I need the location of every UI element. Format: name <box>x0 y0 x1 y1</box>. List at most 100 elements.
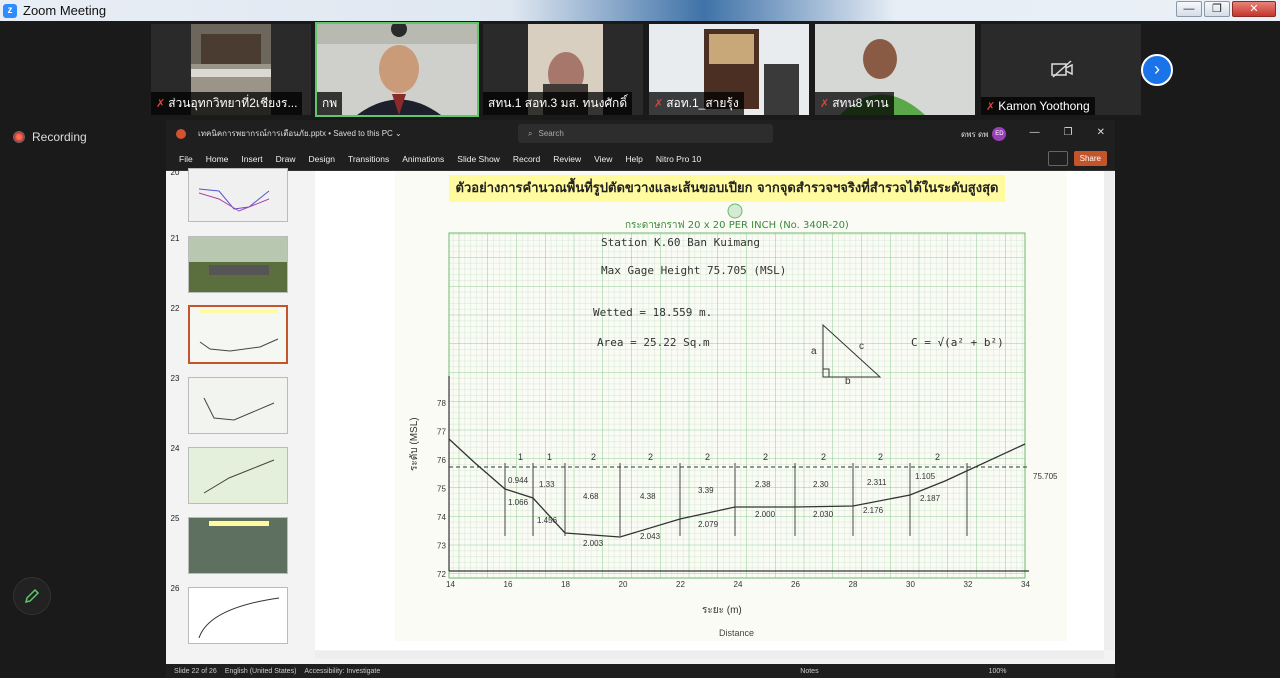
x-tick-label: 16 <box>504 580 513 589</box>
camera-off-icon <box>1051 60 1073 78</box>
x-tick-label: 18 <box>561 580 570 589</box>
bottom-level-label: 2.000 <box>755 510 776 519</box>
pencil-icon <box>24 588 40 604</box>
participant-name-bar: ✗ สอท.1_สายรุ้ง <box>649 92 744 115</box>
station-label: Station K.60 Ban Kuimang <box>601 236 760 249</box>
thumbnail-preview <box>189 169 287 221</box>
participant-name: Kamon Yoothong <box>998 99 1090 113</box>
ribbon-menu: File Home Insert Draw Design Transitions… <box>166 147 1115 171</box>
ppt-titlebar: เทคนิคการพยากรณ์การเตือนภัย.pptx • Saved… <box>166 120 1115 147</box>
menu-file[interactable]: File <box>179 154 193 164</box>
thumbnail-number: 22 <box>170 304 180 313</box>
ppt-user-account[interactable]: ดพร ดพ ED <box>961 127 1007 141</box>
thumbnail-preview <box>189 378 287 433</box>
next-page-arrow-icon[interactable]: › <box>1141 54 1173 86</box>
ppt-close-icon[interactable]: ✕ <box>1097 127 1105 138</box>
x-tick-label: 30 <box>906 580 915 589</box>
triangle-c-label: c <box>859 341 864 352</box>
segment-width-label: 2 <box>821 452 826 462</box>
bottom-level-label: 2.030 <box>813 510 834 519</box>
segment-depth-label: 3.39 <box>698 486 714 495</box>
participant-tile[interactable]: ✗ สทน8 ทาน <box>815 24 975 115</box>
segment-depth-label: 1.105 <box>915 472 936 481</box>
participant-tile[interactable]: สทน.1 สอท.3 มส. ทนงศักดิ์ <box>483 24 643 115</box>
mic-muted-icon: ✗ <box>156 98 166 110</box>
x-tick-label: 14 <box>446 580 455 589</box>
accessibility-status[interactable]: Accessibility: Investigate <box>304 668 380 675</box>
segment-width-label: 2 <box>763 452 768 462</box>
segment-width-label: 1 <box>518 452 523 462</box>
bottom-level-label: 2.003 <box>583 539 604 548</box>
participant-name-bar: กพ <box>317 92 343 115</box>
menu-animations[interactable]: Animations <box>402 154 444 164</box>
segment-width-label: 2 <box>878 452 883 462</box>
x-tick-label: 28 <box>849 580 858 589</box>
slide-thumbnail[interactable] <box>188 447 288 504</box>
menu-help[interactable]: Help <box>625 154 642 164</box>
participant-tile[interactable]: ✗ สอท.1_สายรุ้ง <box>649 24 809 115</box>
y-tick-label: 77 <box>437 428 446 437</box>
y-tick-label: 75 <box>437 485 446 494</box>
language-indicator[interactable]: English (United States) <box>225 668 297 675</box>
notes-button[interactable]: Notes <box>800 668 818 675</box>
segment-depth-label: 4.68 <box>583 492 599 501</box>
maximize-button[interactable]: ❐ <box>1204 1 1230 17</box>
recording-indicator: Recording <box>13 130 87 144</box>
ppt-restore-icon[interactable]: ❐ <box>1064 127 1073 138</box>
thumbnail-number: 24 <box>170 444 180 453</box>
menu-nitro[interactable]: Nitro Pro 10 <box>656 154 701 164</box>
search-placeholder: Search <box>538 129 564 138</box>
menu-transitions[interactable]: Transitions <box>348 154 389 164</box>
participant-tile[interactable]: ✗ Kamon Yoothong <box>981 24 1141 115</box>
paper-header: กระดาษกราฟ 20 x 20 PER INCH (No. 340R-20… <box>625 220 849 231</box>
thumbnail-preview <box>189 237 287 292</box>
window-title: Zoom Meeting <box>23 3 107 18</box>
menu-home[interactable]: Home <box>206 154 229 164</box>
slide-thumbnail[interactable] <box>188 587 288 644</box>
menu-view[interactable]: View <box>594 154 612 164</box>
thumbnail-number: 25 <box>170 514 180 523</box>
thumbnail-number: 20 <box>170 168 180 177</box>
status-bar: Slide 22 of 26 English (United States) A… <box>166 664 1115 678</box>
thumbnail-number: 26 <box>170 584 180 593</box>
annotate-button[interactable] <box>13 577 51 615</box>
menu-review[interactable]: Review <box>553 154 581 164</box>
ppt-filename[interactable]: เทคนิคการพยากรณ์การเตือนภัย.pptx • Saved… <box>198 127 402 140</box>
slide-thumbnail[interactable] <box>188 236 288 293</box>
close-button[interactable]: ✕ <box>1232 1 1276 17</box>
bottom-level-label: 2.079 <box>698 520 719 529</box>
wetted-perimeter-label: Wetted = 18.559 m. <box>593 306 712 319</box>
ppt-search-box[interactable]: ⌕ Search <box>518 124 773 143</box>
thumbnail-preview <box>189 518 287 573</box>
menu-design[interactable]: Design <box>309 154 335 164</box>
slide-thumbnail[interactable] <box>188 377 288 434</box>
triangle-a-label: a <box>811 346 817 357</box>
participant-tile-active-speaker[interactable]: กพ <box>315 22 479 117</box>
slide-thumbnail[interactable] <box>188 517 288 574</box>
menu-draw[interactable]: Draw <box>276 154 296 164</box>
slide-thumbnail[interactable] <box>188 168 288 222</box>
menu-slideshow[interactable]: Slide Show <box>457 154 500 164</box>
search-icon: ⌕ <box>528 128 533 138</box>
vertical-scrollbar[interactable] <box>1104 171 1114 650</box>
ppt-minimize-icon[interactable]: — <box>1030 127 1040 138</box>
participant-tile[interactable]: ✗ ส่วนอุทกวิทยาที่2เชียงร... <box>151 24 311 115</box>
horizontal-scrollbar[interactable] <box>315 651 1104 659</box>
minimize-button[interactable]: — <box>1176 1 1202 17</box>
avatar: ED <box>992 127 1007 141</box>
comment-button[interactable] <box>1047 151 1068 166</box>
ppt-window-controls: — ❐ ✕ <box>1030 127 1105 138</box>
slide-canvas[interactable]: กระดาษกราฟ 20 x 20 PER INCH (No. 340R-20… <box>315 171 1104 650</box>
zoom-level[interactable]: 100% <box>989 668 1007 675</box>
menu-record[interactable]: Record <box>513 154 540 164</box>
menu-insert[interactable]: Insert <box>241 154 262 164</box>
distance-label: Distance <box>719 628 754 638</box>
y-tick-label: 74 <box>437 513 446 522</box>
segment-depth-label: 2.38 <box>755 480 771 489</box>
slide-thumbnail-selected[interactable] <box>188 305 288 364</box>
segment-depth-label: 1.33 <box>539 480 555 489</box>
participant-video-strip: ✗ ส่วนอุทกวิทยาที่2เชียงร... กพ สทน.1 สอ… <box>151 22 1141 117</box>
participant-name-bar: ✗ Kamon Yoothong <box>981 97 1095 115</box>
bottom-level-label: 2.187 <box>920 494 941 503</box>
share-button[interactable]: Share <box>1073 151 1107 166</box>
